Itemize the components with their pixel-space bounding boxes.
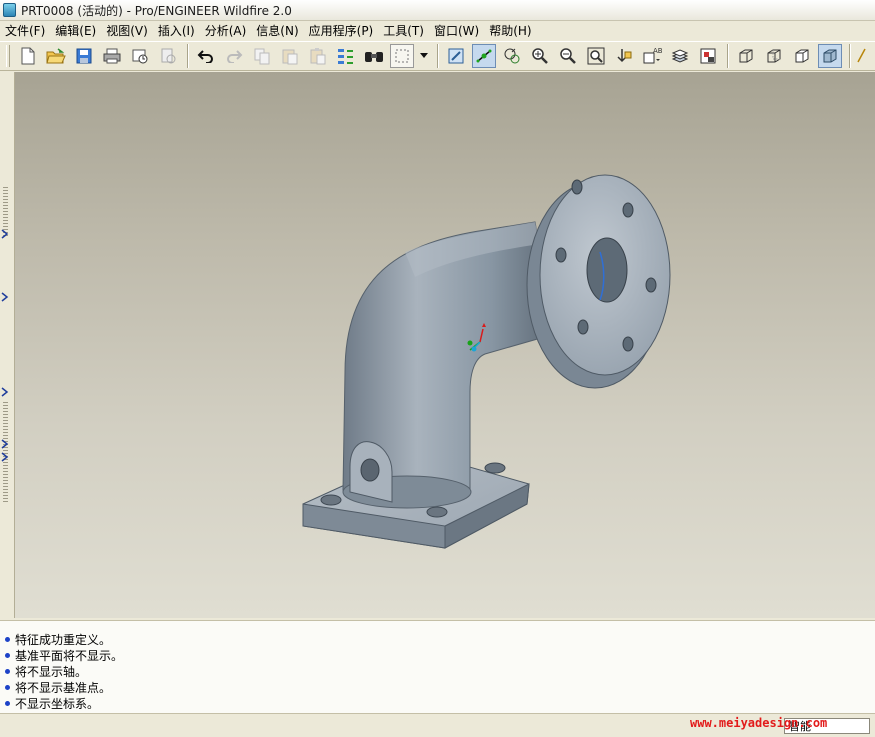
print-preview-icon[interactable]: [156, 44, 180, 68]
message-line: 将不显示基准点。: [0, 679, 875, 695]
bullet-icon: [5, 652, 10, 658]
app-icon: [3, 3, 16, 17]
toolbar-grip[interactable]: [6, 45, 10, 67]
menu-insert[interactable]: 插入(I): [153, 22, 200, 39]
paste-special-icon[interactable]: [306, 44, 330, 68]
watermark: www.meiyadesign.com: [690, 716, 828, 730]
toolbar-separator: [437, 44, 439, 68]
expand-arrow-icon[interactable]: [1, 387, 9, 397]
message-line: 特征成功重定义。: [0, 631, 875, 647]
menu-applications[interactable]: 应用程序(P): [304, 22, 379, 39]
menu-edit[interactable]: 编辑(E): [50, 22, 101, 39]
message-text: 特征成功重定义。: [15, 632, 112, 647]
datum-plane-icon[interactable]: [856, 44, 866, 68]
regenerate-icon[interactable]: [334, 44, 358, 68]
message-line: 不显示坐标系。: [0, 695, 875, 711]
menu-view[interactable]: 视图(V): [101, 22, 153, 39]
print-icon[interactable]: [100, 44, 124, 68]
redo-icon[interactable]: [222, 44, 246, 68]
title-bar: PRT0008 (活动的) - Pro/ENGINEER Wildfire 2.…: [0, 0, 875, 21]
graphics-viewport[interactable]: [15, 72, 875, 618]
window-title: PRT0008 (活动的) - Pro/ENGINEER Wildfire 2.…: [21, 3, 292, 18]
toolbar-separator: [727, 44, 729, 68]
message-text: 将不显示轴。: [15, 664, 88, 679]
message-area[interactable]: 特征成功重定义。 基准平面将不显示。 将不显示轴。 将不显示基准点。 不显示坐标…: [0, 620, 875, 713]
menu-tools[interactable]: 工具(T): [378, 22, 429, 39]
no-hidden-icon[interactable]: [790, 44, 814, 68]
shading-icon[interactable]: [818, 44, 842, 68]
bullet-icon: [5, 700, 10, 706]
layers-icon[interactable]: [668, 44, 692, 68]
copy-icon[interactable]: [250, 44, 274, 68]
message-text: 不显示坐标系。: [15, 696, 100, 711]
message-line: 基准平面将不显示。: [0, 647, 875, 663]
pipe-elbow-model[interactable]: [15, 72, 875, 618]
bullet-icon: [5, 636, 10, 642]
bullet-icon: [5, 668, 10, 674]
paste-icon[interactable]: [278, 44, 302, 68]
message-text: 基准平面将不显示。: [15, 648, 124, 663]
expand-arrow-icon[interactable]: [1, 439, 9, 449]
send-mail-icon[interactable]: [128, 44, 152, 68]
refit-icon[interactable]: [584, 44, 608, 68]
saved-views-icon[interactable]: AB: [640, 44, 664, 68]
expand-arrow-icon[interactable]: [1, 292, 9, 302]
expand-arrow-icon[interactable]: [1, 229, 9, 239]
menu-help[interactable]: 帮助(H): [484, 22, 536, 39]
menu-file[interactable]: 文件(F): [0, 22, 50, 39]
open-folder-icon[interactable]: [44, 44, 68, 68]
zoom-in-icon[interactable]: [528, 44, 552, 68]
view-manager-icon[interactable]: [696, 44, 720, 68]
toolbar-separator: [187, 44, 189, 68]
zoom-out-icon[interactable]: [556, 44, 580, 68]
menu-analysis[interactable]: 分析(A): [200, 22, 252, 39]
wireframe-icon[interactable]: [734, 44, 758, 68]
toolbar-separator: [849, 44, 851, 68]
hidden-line-icon[interactable]: [762, 44, 786, 68]
save-icon[interactable]: [72, 44, 96, 68]
menu-info[interactable]: 信息(N): [251, 22, 303, 39]
select-box-icon[interactable]: [390, 44, 414, 68]
undo-icon[interactable]: [194, 44, 218, 68]
main-toolbar: AB: [0, 41, 875, 71]
expand-arrow-icon[interactable]: [1, 452, 9, 462]
navigator-strip[interactable]: [0, 72, 15, 618]
menu-bar: 文件(F) 编辑(E) 视图(V) 插入(I) 分析(A) 信息(N) 应用程序…: [0, 21, 875, 40]
bullet-icon: [5, 684, 10, 690]
message-text: 将不显示基准点。: [15, 680, 112, 695]
new-file-icon[interactable]: [16, 44, 40, 68]
orient-icon[interactable]: [500, 44, 524, 68]
spin-center-icon[interactable]: [472, 44, 496, 68]
repaint-icon[interactable]: [444, 44, 468, 68]
dropdown-arrow-icon[interactable]: [418, 44, 430, 68]
svg-text:AB: AB: [653, 47, 662, 55]
message-line: 将不显示轴。: [0, 663, 875, 679]
find-icon[interactable]: [362, 44, 386, 68]
menu-window[interactable]: 窗口(W): [429, 22, 484, 39]
reorient-icon[interactable]: [612, 44, 636, 68]
